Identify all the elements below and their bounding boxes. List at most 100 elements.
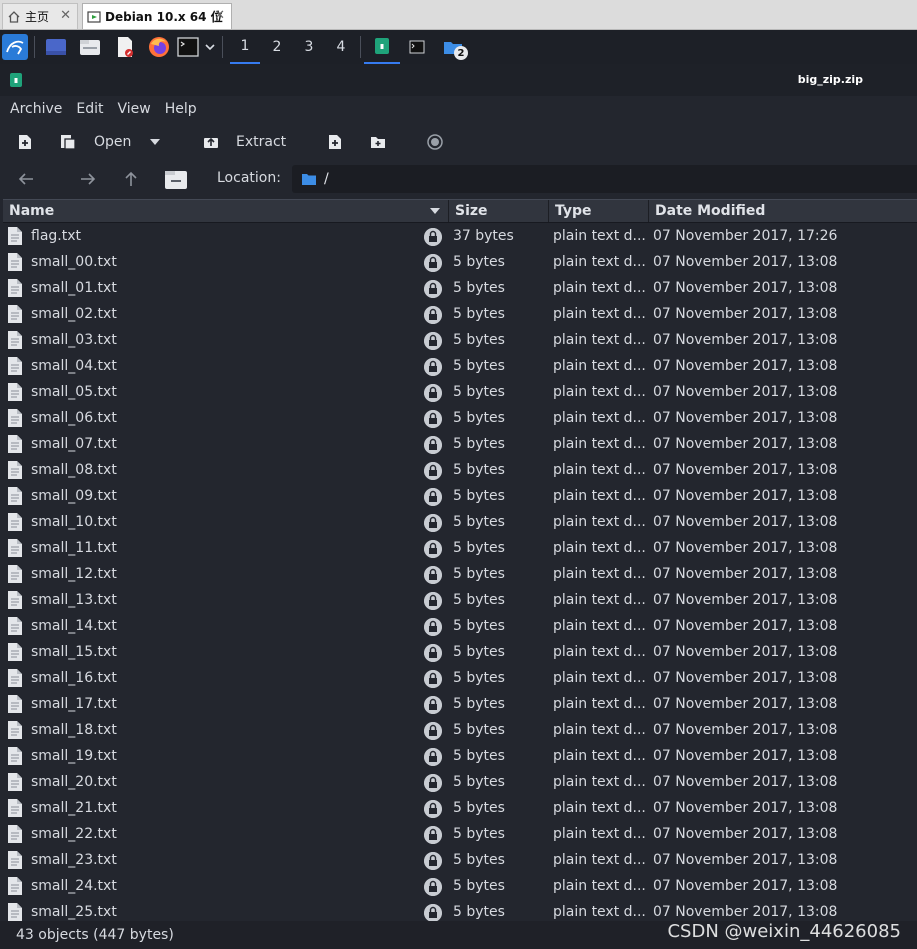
file-row[interactable]: small_13.txt 5 bytes plain text d... 07 Nov…: [3, 587, 917, 613]
taskbar-folder[interactable]: 2: [438, 30, 468, 64]
column-date-modified[interactable]: Date Modified: [649, 200, 917, 222]
file-row[interactable]: small_10.txt 5 bytes plain text d... 07 Nov…: [3, 509, 917, 535]
file-type: plain text d...: [553, 358, 645, 374]
stop-button[interactable]: [427, 126, 447, 158]
taskbar-archive-manager[interactable]: [364, 30, 400, 64]
file-row[interactable]: flag.txt 37 bytes plain text d... 07 Novemb…: [3, 223, 917, 249]
column-name[interactable]: Name: [3, 200, 449, 222]
file-row[interactable]: small_08.txt 5 bytes plain text d... 07 Nov…: [3, 457, 917, 483]
vm-tab-debian[interactable]: Debian 10.x 64 位 ✕: [82, 3, 232, 29]
file-type: plain text d...: [553, 514, 645, 530]
file-row[interactable]: small_09.txt 5 bytes plain text d... 07 Nov…: [3, 483, 917, 509]
lock-icon: [424, 514, 442, 532]
forward-button[interactable]: [80, 163, 100, 195]
kali-menu-icon[interactable]: [0, 30, 30, 64]
file-row[interactable]: small_25.txt 5 bytes plain text d... 07 Nov…: [3, 899, 917, 921]
file-row[interactable]: small_02.txt 5 bytes plain text d... 07 Nov…: [3, 301, 917, 327]
text-file-icon: [8, 695, 22, 713]
close-icon[interactable]: ✕: [60, 8, 71, 23]
lock-icon: [424, 774, 442, 792]
close-icon[interactable]: ✕: [214, 8, 225, 23]
column-size-label: Size: [455, 203, 488, 219]
workspace-2[interactable]: 2: [262, 30, 292, 64]
extract-button[interactable]: Extract: [203, 126, 303, 158]
file-row[interactable]: small_03.txt 5 bytes plain text d... 07 Nov…: [3, 327, 917, 353]
file-row[interactable]: small_19.txt 5 bytes plain text d... 07 Nov…: [3, 743, 917, 769]
file-list: flag.txt 37 bytes plain text d... 07 Novemb…: [3, 223, 917, 921]
back-button[interactable]: [18, 163, 38, 195]
terminal-icon[interactable]: [176, 30, 200, 64]
chevron-down-icon[interactable]: [201, 30, 219, 64]
workspace-1[interactable]: 1: [230, 30, 260, 64]
menu-view[interactable]: View: [108, 101, 161, 117]
file-row[interactable]: small_21.txt 5 bytes plain text d... 07 Nov…: [3, 795, 917, 821]
home-folder-button[interactable]: [164, 163, 190, 195]
file-row[interactable]: small_07.txt 5 bytes plain text d... 07 Nov…: [3, 431, 917, 457]
text-file-icon: [8, 617, 22, 635]
file-date-modified: 07 November 2017, 13:08: [653, 852, 838, 868]
file-row[interactable]: small_20.txt 5 bytes plain text d... 07 Nov…: [3, 769, 917, 795]
file-row[interactable]: small_17.txt 5 bytes plain text d... 07 Nov…: [3, 691, 917, 717]
file-row[interactable]: small_01.txt 5 bytes plain text d... 07 Nov…: [3, 275, 917, 301]
lock-icon: [424, 384, 442, 402]
terminal-icon: [409, 40, 425, 54]
arrow-left-icon: [18, 173, 33, 185]
file-type: plain text d...: [553, 254, 645, 270]
location-field[interactable]: /: [292, 165, 917, 193]
file-row[interactable]: small_22.txt 5 bytes plain text d... 07 Nov…: [3, 821, 917, 847]
menu-edit[interactable]: Edit: [66, 101, 113, 117]
file-row[interactable]: small_06.txt 5 bytes plain text d... 07 Nov…: [3, 405, 917, 431]
add-folder-button[interactable]: [370, 126, 390, 158]
file-size: 5 bytes: [453, 618, 505, 634]
firefox-icon[interactable]: [145, 30, 173, 64]
lock-icon: [424, 332, 442, 350]
text-file-icon: [8, 773, 22, 791]
file-row[interactable]: small_05.txt 5 bytes plain text d... 07 Nov…: [3, 379, 917, 405]
file-type: plain text d...: [553, 878, 645, 894]
file-row[interactable]: small_15.txt 5 bytes plain text d... 07 Nov…: [3, 639, 917, 665]
file-size: 5 bytes: [453, 514, 505, 530]
file-type: plain text d...: [553, 852, 645, 868]
text-editor-icon[interactable]: [111, 30, 139, 64]
file-row[interactable]: small_12.txt 5 bytes plain text d... 07 Nov…: [3, 561, 917, 587]
file-date-modified: 07 November 2017, 13:08: [653, 566, 838, 582]
taskbar-terminal[interactable]: [404, 30, 430, 64]
file-type: plain text d...: [553, 384, 645, 400]
file-name: small_07.txt: [31, 436, 117, 452]
file-size: 5 bytes: [453, 904, 505, 920]
open-button[interactable]: Open: [60, 126, 150, 158]
column-size[interactable]: Size: [449, 200, 549, 222]
arrow-up-icon: [125, 171, 137, 186]
add-files-button[interactable]: [328, 126, 348, 158]
file-name: small_03.txt: [31, 332, 117, 348]
menu-help[interactable]: Help: [155, 101, 207, 117]
open-label: Open: [94, 134, 132, 150]
up-button[interactable]: [124, 163, 144, 195]
file-date-modified: 07 November 2017, 13:08: [653, 462, 838, 478]
file-type: plain text d...: [553, 540, 645, 556]
menu-archive[interactable]: Archive: [0, 101, 72, 117]
new-archive-button[interactable]: [18, 126, 38, 158]
file-row[interactable]: small_16.txt 5 bytes plain text d... 07 Nov…: [3, 665, 917, 691]
file-type: plain text d...: [553, 800, 645, 816]
vm-tab-home[interactable]: 主页 ✕: [2, 3, 78, 29]
show-desktop-icon[interactable]: [42, 30, 70, 64]
open-dropdown-button[interactable]: [150, 126, 170, 158]
workspace-3[interactable]: 3: [294, 30, 324, 64]
workspace-4[interactable]: 4: [326, 30, 356, 64]
file-row[interactable]: small_18.txt 5 bytes plain text d... 07 Nov…: [3, 717, 917, 743]
file-row[interactable]: small_24.txt 5 bytes plain text d... 07 Nov…: [3, 873, 917, 899]
file-manager-icon[interactable]: [76, 30, 104, 64]
file-name: flag.txt: [31, 228, 81, 244]
file-row[interactable]: small_11.txt 5 bytes plain text d... 07 Nov…: [3, 535, 917, 561]
file-row[interactable]: small_14.txt 5 bytes plain text d... 07 Nov…: [3, 613, 917, 639]
sort-down-icon: [430, 208, 440, 214]
file-row[interactable]: small_23.txt 5 bytes plain text d... 07 Nov…: [3, 847, 917, 873]
file-type: plain text d...: [553, 774, 645, 790]
file-row[interactable]: small_00.txt 5 bytes plain text d... 07 Nov…: [3, 249, 917, 275]
file-row[interactable]: small_04.txt 5 bytes plain text d... 07 Nov…: [3, 353, 917, 379]
column-type[interactable]: Type: [549, 200, 649, 222]
file-name: small_19.txt: [31, 748, 117, 764]
file-name: small_00.txt: [31, 254, 117, 270]
file-type: plain text d...: [553, 332, 645, 348]
